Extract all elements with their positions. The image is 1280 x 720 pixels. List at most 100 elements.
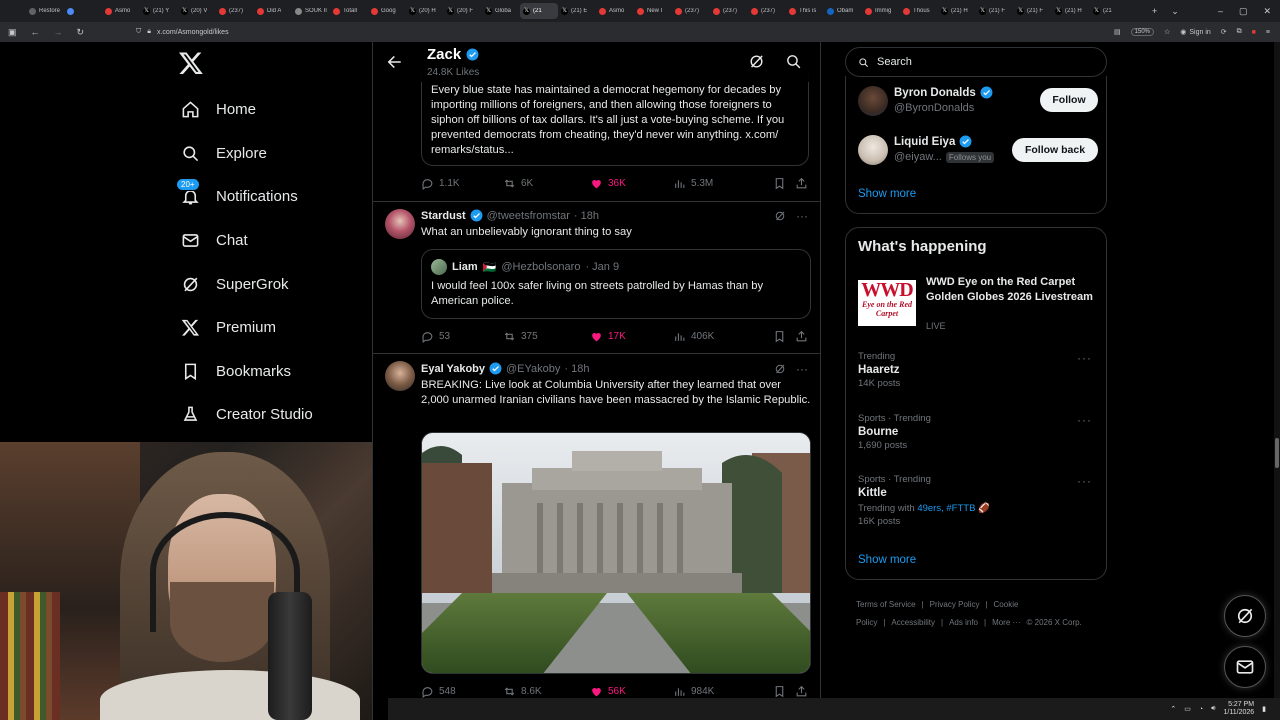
browser-tab[interactable]: Immig [862,3,900,19]
author-handle[interactable]: @tweetsfromstar [487,210,570,222]
nav-item-bookmarks[interactable]: Bookmarks [180,358,291,384]
like-button[interactable]: 17K [590,330,626,343]
tray-wifi-icon[interactable]: ◔ [1199,706,1203,713]
browser-tab[interactable]: Obam [824,3,862,19]
browser-tab[interactable]: (237) [748,3,786,19]
quote-card[interactable]: Liam 🇵🇸 @Hezbolsonaro · Jan 9 I would fe… [421,249,811,319]
post-image[interactable] [421,432,811,674]
browser-tab[interactable]: 𝕏 (21) H [938,3,976,19]
repost-button[interactable]: 6K [503,177,533,190]
x-logo-icon[interactable] [178,50,204,76]
zoom-level[interactable]: 150% [1130,28,1154,36]
browser-tab[interactable]: 𝕏 (21) F [976,3,1014,19]
reply-button[interactable]: 1.1K [421,177,460,190]
trend-item[interactable]: Trending Haaretz 14K posts ··· [858,351,1098,389]
nav-item-supergrok[interactable]: SuperGrok [180,271,289,297]
back-arrow-icon[interactable] [385,53,403,71]
nav-item-chat[interactable]: Chat [180,227,248,253]
avatar[interactable] [858,135,888,165]
browser-tab[interactable]: This is [786,3,824,19]
follow-back-button[interactable]: Follow back [1012,138,1098,162]
browser-tab[interactable]: 𝕏 (21) H [1052,3,1090,19]
nav-item-notifications[interactable]: 20+ Notifications [176,178,298,209]
browser-tab[interactable] [64,3,102,19]
sync-icon[interactable]: ⟳ [1221,28,1227,36]
footer-link[interactable]: © 2026 X Corp. [1027,618,1082,627]
post-time[interactable]: · 18h [564,363,589,375]
views-button[interactable]: 984K [673,685,714,698]
trending-with-tags[interactable]: 49ers, #FTTB [917,503,975,514]
more-options-icon[interactable]: ··· [1077,351,1092,365]
bookmark-button[interactable] [773,685,786,698]
follow-suggestion[interactable]: Liquid Eiya @eiyaw... Follows you Follow … [858,133,1098,169]
trend-item[interactable]: Sports · Trending Kittle Trending with 4… [858,474,1098,527]
browser-tab[interactable]: (237) [672,3,710,19]
reload-button[interactable]: ↻ [77,27,85,38]
messages-fab[interactable] [1224,646,1266,688]
browser-tab[interactable]: Did A [254,3,292,19]
browser-tab[interactable]: Asmo [102,3,140,19]
bookmark-button[interactable] [773,177,786,190]
browser-tab[interactable]: Goog [368,3,406,19]
post-time[interactable]: · 18h [574,210,599,222]
grok-icon[interactable] [774,210,786,222]
nav-item-explore[interactable]: Explore [180,140,267,166]
follow-button[interactable]: Follow [1040,88,1098,112]
browser-tab[interactable]: (237) [710,3,748,19]
browser-tab[interactable]: 𝕏 (20) F [444,3,482,19]
avatar[interactable] [858,86,888,116]
tray-chevron-icon[interactable]: ⌃ [1170,705,1176,713]
browser-tab[interactable]: SOUK Inm [292,3,330,19]
grok-icon[interactable] [748,53,765,70]
views-button[interactable]: 406K [673,330,714,343]
share-button[interactable] [795,685,808,698]
more-options-icon[interactable]: ··· [1077,474,1092,488]
maximize-button[interactable]: ▢ [1239,6,1248,17]
author-name[interactable]: Eyal Yakoby [421,363,485,375]
quote-card[interactable]: Every blue state has maintained a democr… [421,72,809,166]
trend-item[interactable]: Sports · Trending Bourne 1,690 posts ··· [858,413,1098,451]
tray-network-icon[interactable]: ▭ [1184,705,1191,713]
follow-suggestion[interactable]: Byron Donalds @ByronDonalds Follow [858,84,1098,120]
browser-tab[interactable]: 𝕏 (21) Y [140,3,178,19]
star-icon[interactable]: ☆ [1164,28,1170,36]
footer-link[interactable]: Ads info [949,618,978,627]
suggestion-name[interactable]: Liquid Eiya [894,135,972,148]
menu-icon[interactable]: ≡ [1266,29,1270,36]
grok-icon[interactable] [774,363,786,375]
browser-tab[interactable]: Thous [900,3,938,19]
share-button[interactable] [795,330,808,343]
tab-list-button[interactable]: ⌄ [1171,6,1179,17]
forward-button[interactable]: → [54,27,63,38]
notification-icon[interactable]: ▮ [1262,705,1266,713]
tray-volume-icon[interactable]: 🔊︎ [1211,705,1215,713]
more-options-icon[interactable]: ··· [796,209,808,223]
browser-tab[interactable]: (237) [216,3,254,19]
like-button[interactable]: 36K [590,177,626,190]
views-button[interactable]: 5.3M [673,177,713,190]
wwd-logo[interactable]: WWD Eye on the Red Carpet [858,280,916,326]
reply-button[interactable]: 548 [421,685,456,698]
more-options-icon[interactable]: ··· [1077,413,1092,427]
browser-tab[interactable]: 𝕏 (21) F [1014,3,1052,19]
repost-button[interactable]: 375 [503,330,538,343]
nav-item-premium[interactable]: Premium [180,314,276,340]
browser-tab[interactable]: 𝕏 (20) V [178,3,216,19]
extensions-icon[interactable]: ⧉ [1237,28,1242,36]
sidebar-toggle-icon[interactable]: ▣ [8,27,17,38]
browser-tab[interactable]: New I [634,3,672,19]
reader-view-icon[interactable]: ▤ [1114,28,1121,36]
scrollbar-thumb[interactable] [1275,438,1279,468]
minimize-button[interactable]: – [1218,6,1223,16]
footer-link[interactable]: Accessibility [891,618,935,627]
footer-link[interactable]: Terms of Service [856,600,916,609]
back-button[interactable]: ← [31,27,40,38]
close-window-button[interactable]: ✕ [1264,6,1272,17]
nav-item-home[interactable]: Home [180,96,256,122]
browser-tab[interactable]: Restore [26,3,64,19]
featured-event-title[interactable]: WWD Eye on the Red Carpet Golden Globes … [926,275,1098,305]
new-tab-button[interactable]: + [1152,6,1157,16]
reply-button[interactable]: 53 [421,330,450,343]
like-button[interactable]: 56K [590,685,626,698]
footer-link[interactable]: Privacy Policy [930,600,980,609]
